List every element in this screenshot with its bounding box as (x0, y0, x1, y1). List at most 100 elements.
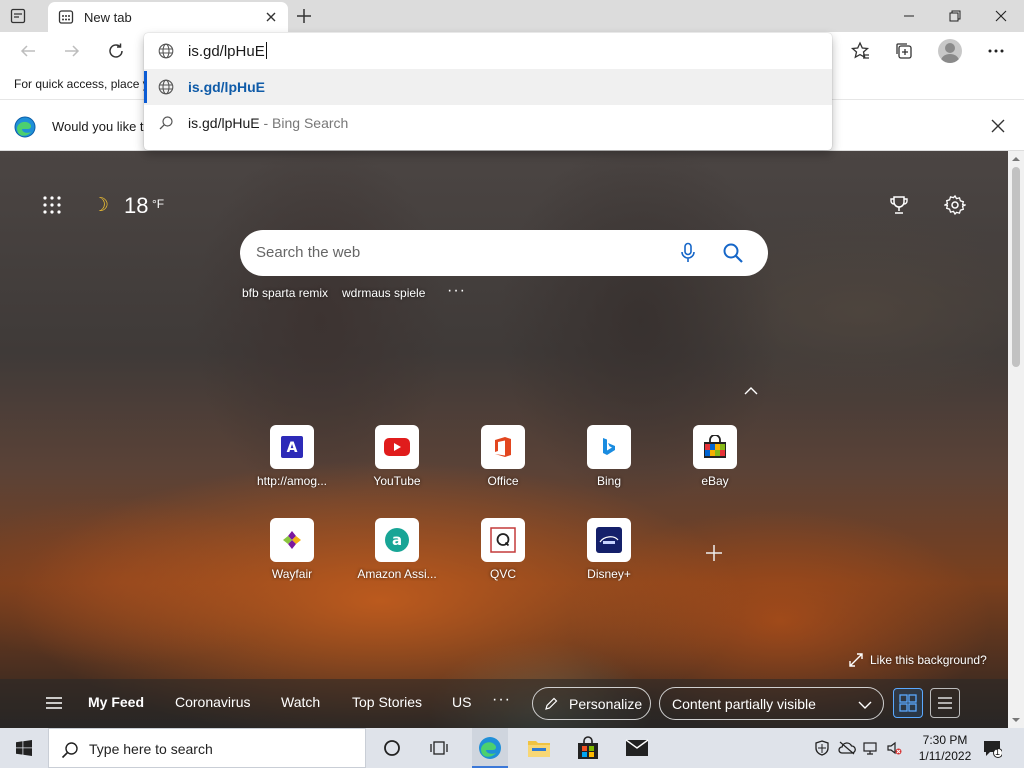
quick-link-youtube[interactable]: YouTube (352, 425, 442, 505)
microphone-icon[interactable] (678, 242, 698, 264)
tab-actions-icon[interactable] (10, 8, 26, 24)
windows-taskbar: Type here to search 7:30 PM 1/11/2022 1 (0, 728, 1024, 768)
search-icon (61, 741, 79, 759)
scroll-down-icon[interactable] (1012, 716, 1020, 724)
rewards-trophy-icon[interactable] (888, 194, 910, 216)
forward-arrow-icon[interactable] (62, 41, 82, 61)
quick-link-ebay[interactable]: eBay (670, 425, 760, 505)
web-search-box[interactable]: Search the web (240, 230, 768, 276)
windows-start-icon[interactable] (16, 740, 32, 756)
task-view-icon[interactable] (427, 736, 451, 760)
notification-count: 1 (995, 747, 1001, 757)
file-explorer-icon[interactable] (527, 736, 551, 760)
quick-link-bing[interactable]: Bing (564, 425, 654, 505)
youtube-icon (375, 425, 419, 469)
tab-new-tab[interactable]: New tab (48, 2, 288, 32)
minimize-icon[interactable] (886, 0, 932, 32)
quick-link-label: Amazon Assi... (357, 567, 437, 581)
list-layout-icon (938, 697, 952, 709)
quick-link-disney-plus[interactable]: Disney+ (564, 518, 654, 598)
news-feed-bar: My Feed Coronavirus Watch Top Stories US… (0, 679, 1008, 728)
restore-icon[interactable] (932, 0, 978, 32)
moon-icon: ☽ (92, 195, 110, 216)
bing-icon (587, 425, 631, 469)
new-tab-page: ☽ 18 °F Search the web bfb sparta remix … (0, 151, 1008, 728)
feed-tab-coronavirus[interactable]: Coronavirus (175, 694, 250, 710)
favorites-bar-hint: For quick access, place y (14, 77, 149, 91)
trending-search-1[interactable]: bfb sparta remix (242, 286, 328, 300)
volume-muted-icon[interactable] (886, 740, 902, 756)
quick-link-label: Bing (596, 474, 622, 488)
onedrive-cloud-icon[interactable] (838, 740, 856, 756)
ebay-icon (693, 425, 737, 469)
grid-layout-icon (899, 694, 917, 712)
feed-tab-my-feed[interactable]: My Feed (88, 694, 144, 710)
app-launcher-icon[interactable] (42, 195, 62, 215)
new-tab-plus-icon[interactable] (294, 6, 314, 26)
window-close-icon[interactable] (978, 0, 1024, 32)
scroll-up-icon[interactable] (1012, 155, 1020, 163)
tab-title: New tab (84, 10, 132, 25)
favorites-star-icon[interactable] (850, 41, 870, 61)
trending-search-2[interactable]: wdrmaus spiele (342, 286, 425, 300)
add-quick-link-icon[interactable] (704, 543, 724, 563)
taskbar-search-box[interactable]: Type here to search (48, 728, 366, 768)
feed-tab-us[interactable]: US (452, 694, 471, 710)
profile-avatar-icon[interactable] (938, 39, 962, 63)
network-icon[interactable] (862, 740, 878, 756)
quick-link-label: eBay (701, 474, 729, 488)
mail-icon[interactable] (625, 736, 649, 760)
notification-center-icon[interactable]: 1 (982, 738, 1003, 758)
list-view-button[interactable] (930, 688, 960, 718)
personalize-button[interactable]: Personalize (532, 687, 651, 720)
weather-unit: °F (152, 197, 165, 211)
refresh-icon[interactable] (106, 41, 126, 61)
address-bar-input[interactable]: is.gd/lpHuE (188, 42, 267, 60)
suggestion-bing-search[interactable]: is.gd/lpHuE - Bing Search (144, 105, 832, 141)
feed-tab-watch[interactable]: Watch (281, 694, 320, 710)
quick-link-amog[interactable]: A http://amog... (247, 425, 337, 505)
infobar-message: Would you like t (52, 119, 144, 134)
quick-link-office[interactable]: Office (458, 425, 548, 505)
close-tab-icon[interactable] (264, 10, 278, 24)
defender-shield-icon[interactable] (814, 740, 830, 756)
feed-more-icon[interactable]: ··· (492, 691, 511, 709)
web-search-placeholder: Search the web (256, 244, 361, 261)
infobar-close-icon[interactable] (990, 118, 1006, 134)
pencil-icon (545, 697, 558, 710)
amazon-assistant-icon: a (375, 518, 419, 562)
quick-link-label: QVC (489, 567, 516, 581)
more-options-icon[interactable] (986, 41, 1006, 61)
back-arrow-icon[interactable] (18, 41, 38, 61)
svg-text:A: A (287, 440, 298, 456)
grid-view-button[interactable] (893, 688, 923, 718)
collections-icon[interactable] (894, 41, 914, 61)
feed-tab-top-stories[interactable]: Top Stories (352, 694, 422, 710)
content-visibility-dropdown[interactable]: Content partially visible (659, 687, 884, 720)
quick-link-label: Office (487, 474, 519, 488)
quick-link-wayfair[interactable]: Wayfair (247, 518, 337, 598)
settings-gear-icon[interactable] (942, 194, 968, 216)
quick-link-label: Wayfair (271, 567, 313, 581)
suggestion-url-text: is.gd/lpHuE (188, 79, 265, 95)
weather-temperature: 18 (124, 193, 149, 218)
quick-link-label: http://amog... (256, 474, 328, 488)
hamburger-menu-icon[interactable] (44, 695, 64, 711)
chevron-up-icon[interactable] (743, 384, 759, 396)
page-scrollbar[interactable] (1008, 151, 1024, 728)
globe-icon (158, 79, 174, 95)
globe-icon (158, 43, 174, 59)
quick-link-qvc[interactable]: QVC (458, 518, 548, 598)
trending-more-icon[interactable]: ··· (447, 282, 466, 300)
microsoft-store-icon[interactable] (576, 736, 600, 760)
system-clock[interactable]: 7:30 PM 1/11/2022 (912, 732, 978, 764)
suggestion-url[interactable]: is.gd/lpHuE (144, 69, 832, 105)
search-icon[interactable] (722, 242, 744, 264)
cortana-icon[interactable] (380, 736, 404, 760)
office-icon (481, 425, 525, 469)
scroll-thumb[interactable] (1012, 167, 1020, 367)
edge-taskbar-icon[interactable] (478, 736, 502, 760)
address-bar-dropdown: is.gd/lpHuE is.gd/lpHuE is.gd/lpHuE - Bi… (144, 33, 832, 150)
address-bar[interactable]: is.gd/lpHuE (144, 33, 832, 69)
quick-link-amazon-assistant[interactable]: a Amazon Assi... (352, 518, 442, 598)
